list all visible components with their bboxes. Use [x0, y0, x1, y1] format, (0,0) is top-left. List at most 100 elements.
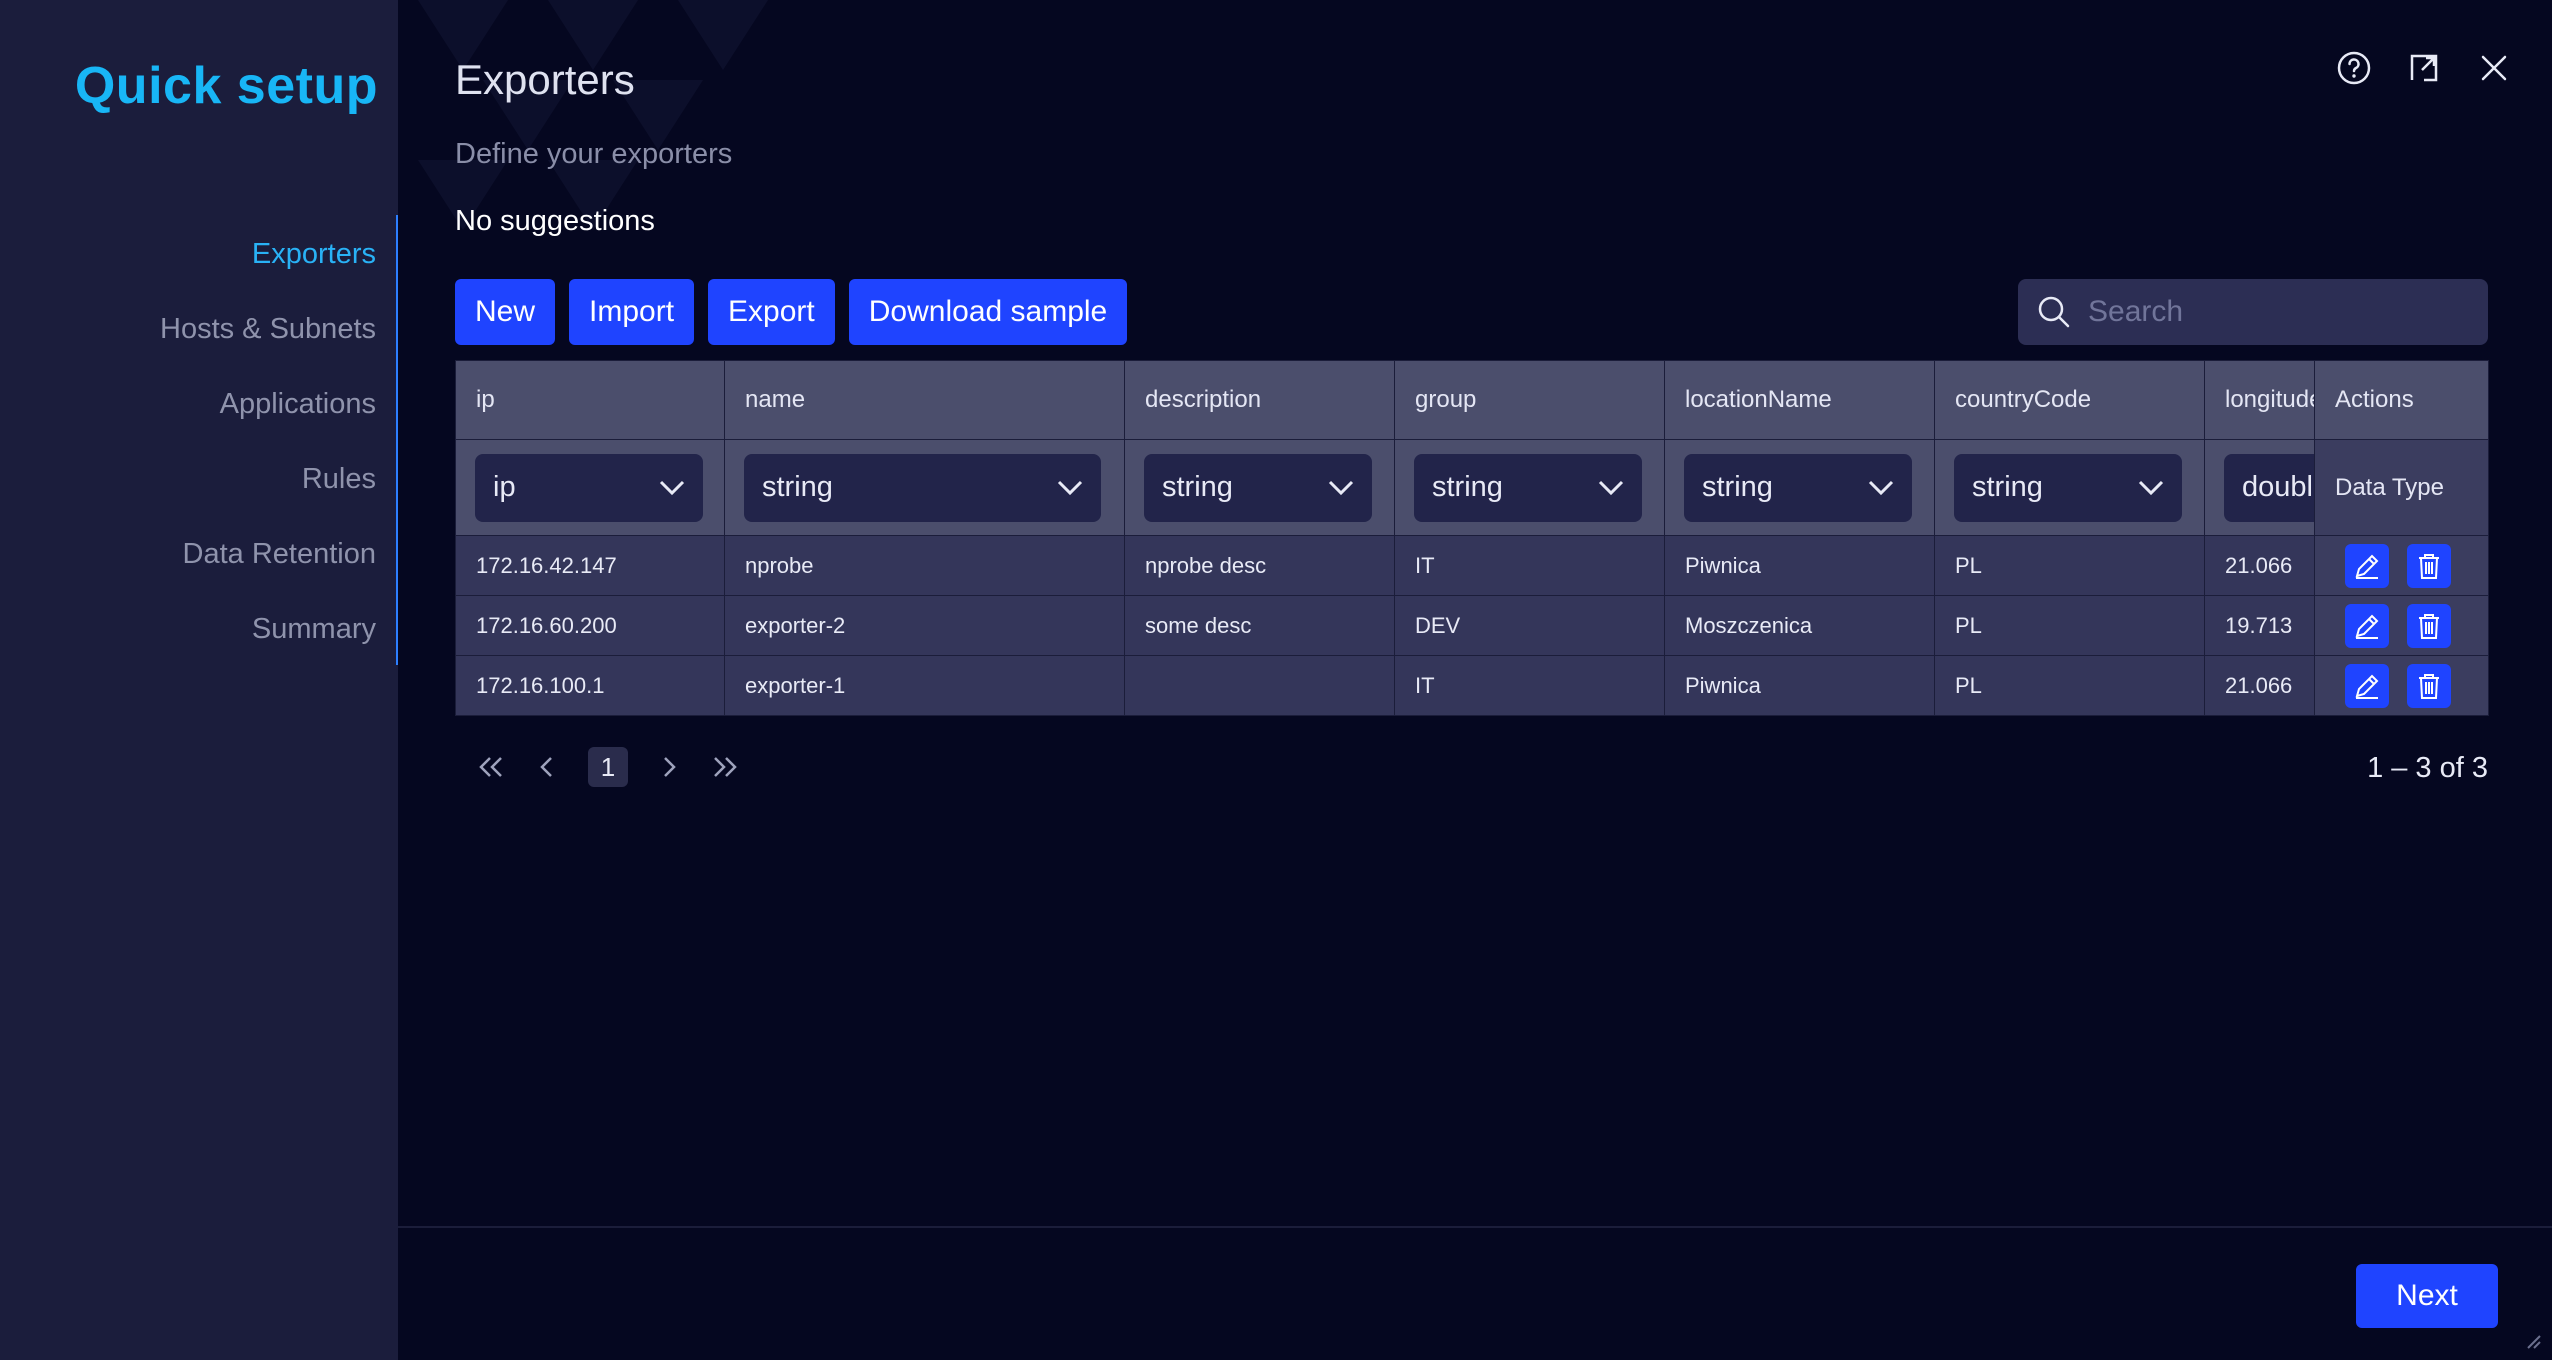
cell-longitude: 19.713	[2204, 595, 2315, 656]
column-header-group[interactable]: group	[1394, 360, 1665, 440]
delete-button[interactable]	[2407, 603, 2451, 648]
type-select-ip[interactable]: ip	[475, 453, 703, 522]
sidebar-item-hosts-subnets[interactable]: Hosts & Subnets	[160, 305, 376, 380]
chevron-down-icon	[659, 471, 685, 504]
sidebar-item-rules[interactable]: Rules	[160, 455, 376, 530]
cell-ip: 172.16.42.147	[455, 535, 725, 596]
delete-button[interactable]	[2407, 543, 2451, 588]
pagination-range: 1 – 3 of 3	[2367, 752, 2488, 784]
search-box	[2018, 279, 2488, 345]
cell-description: nprobe desc	[1124, 535, 1395, 596]
chevron-down-icon	[1598, 471, 1624, 504]
cell-description: some desc	[1124, 595, 1395, 656]
sidebar: Quick setup Exporters Hosts & Subnets Ap…	[0, 0, 398, 1360]
help-icon[interactable]	[2332, 46, 2376, 90]
next-button[interactable]: Next	[2356, 1264, 2498, 1328]
column-header-name[interactable]: name	[724, 360, 1125, 440]
page-subtitle: Define your exporters	[455, 138, 733, 170]
type-cell: string	[1934, 439, 2205, 536]
resize-handle-icon[interactable]	[2522, 1330, 2542, 1350]
table-row: 172.16.42.147 nprobe nprobe desc IT Piwn…	[455, 535, 2489, 596]
sidebar-nav: Exporters Hosts & Subnets Applications R…	[160, 230, 376, 680]
cell-longitude: 21.066	[2204, 655, 2315, 716]
type-select-group[interactable]: string	[1414, 453, 1642, 522]
footer-divider	[398, 1226, 2552, 1228]
exporters-table: ip name description group locationName c…	[455, 360, 2489, 716]
export-button[interactable]: Export	[708, 279, 835, 345]
trash-icon	[2419, 673, 2439, 699]
column-header-longitude[interactable]: longitude	[2204, 360, 2315, 440]
type-select-value: string	[1162, 471, 1233, 503]
cell-longitude: 21.066	[2204, 535, 2315, 596]
column-header-description[interactable]: description	[1124, 360, 1395, 440]
prev-page-icon[interactable]	[532, 752, 562, 782]
new-button[interactable]: New	[455, 279, 556, 345]
cell-ip: 172.16.60.200	[455, 595, 725, 656]
sidebar-item-summary[interactable]: Summary	[160, 605, 376, 680]
type-select-description[interactable]: string	[1144, 453, 1372, 522]
type-select-value: string	[1702, 471, 1773, 503]
trash-icon	[2419, 553, 2439, 579]
type-select-value: string	[762, 471, 833, 503]
cell-group: IT	[1394, 535, 1665, 596]
type-select-name[interactable]: string	[744, 453, 1101, 522]
cell-group: IT	[1394, 655, 1665, 716]
type-select-value: string	[1972, 471, 2043, 503]
pencil-icon	[2355, 614, 2379, 639]
cell-location-name: Piwnica	[1664, 535, 1935, 596]
type-select-location-name[interactable]: string	[1684, 453, 1912, 522]
close-icon[interactable]	[2472, 46, 2516, 90]
cell-ip: 172.16.100.1	[455, 655, 725, 716]
type-select-country-code[interactable]: string	[1954, 453, 2182, 522]
search-input[interactable]	[2086, 294, 2470, 330]
type-cell: ip	[455, 439, 725, 536]
first-page-icon[interactable]	[476, 752, 506, 782]
last-page-icon[interactable]	[710, 752, 740, 782]
cell-name: exporter-1	[724, 655, 1125, 716]
edit-button[interactable]	[2345, 543, 2389, 588]
type-select-longitude[interactable]: double	[2224, 453, 2314, 522]
column-header-actions: Actions	[2314, 360, 2489, 440]
page-number-current[interactable]: 1	[588, 747, 628, 787]
row-actions	[2314, 595, 2489, 656]
table-row: 172.16.60.200 exporter-2 some desc DEV M…	[455, 595, 2489, 656]
type-select-value: ip	[493, 471, 516, 503]
type-cell: string	[1394, 439, 1665, 536]
main-panel: Exporters Define your exporters No sugge…	[398, 0, 2552, 1360]
cell-group: DEV	[1394, 595, 1665, 656]
type-select-value: double	[2242, 471, 2314, 503]
chevron-down-icon	[2138, 471, 2164, 504]
edit-button[interactable]	[2345, 663, 2389, 708]
import-button[interactable]: Import	[569, 279, 695, 345]
cell-description	[1124, 655, 1395, 716]
expand-icon[interactable]	[2402, 46, 2446, 90]
download-sample-button[interactable]: Download sample	[848, 279, 1128, 345]
search-icon	[2034, 292, 2074, 332]
cell-location-name: Piwnica	[1664, 655, 1935, 716]
type-cell: string	[1664, 439, 1935, 536]
sidebar-item-data-retention[interactable]: Data Retention	[160, 530, 376, 605]
cell-country-code: PL	[1934, 595, 2205, 656]
table-row: 172.16.100.1 exporter-1 IT Piwnica PL 21…	[455, 655, 2489, 716]
sidebar-item-applications[interactable]: Applications	[160, 380, 376, 455]
delete-button[interactable]	[2407, 663, 2451, 708]
actions-type-label: Data Type	[2314, 439, 2489, 536]
type-cell: string	[724, 439, 1125, 536]
next-page-icon[interactable]	[654, 752, 684, 782]
row-actions	[2314, 535, 2489, 596]
type-cell: string	[1124, 439, 1395, 536]
brand-title: Quick setup	[74, 57, 378, 115]
window-controls	[2332, 46, 2516, 90]
pencil-icon	[2355, 674, 2379, 699]
edit-button[interactable]	[2345, 603, 2389, 648]
cell-location-name: Moszczenica	[1664, 595, 1935, 656]
column-header-location-name[interactable]: locationName	[1664, 360, 1935, 440]
row-actions	[2314, 655, 2489, 716]
pencil-icon	[2355, 554, 2379, 579]
sidebar-item-exporters[interactable]: Exporters	[160, 230, 376, 305]
column-header-country-code[interactable]: countryCode	[1934, 360, 2205, 440]
chevron-down-icon	[1868, 471, 1894, 504]
cell-country-code: PL	[1934, 535, 2205, 596]
trash-icon	[2419, 613, 2439, 639]
column-header-ip[interactable]: ip	[455, 360, 725, 440]
